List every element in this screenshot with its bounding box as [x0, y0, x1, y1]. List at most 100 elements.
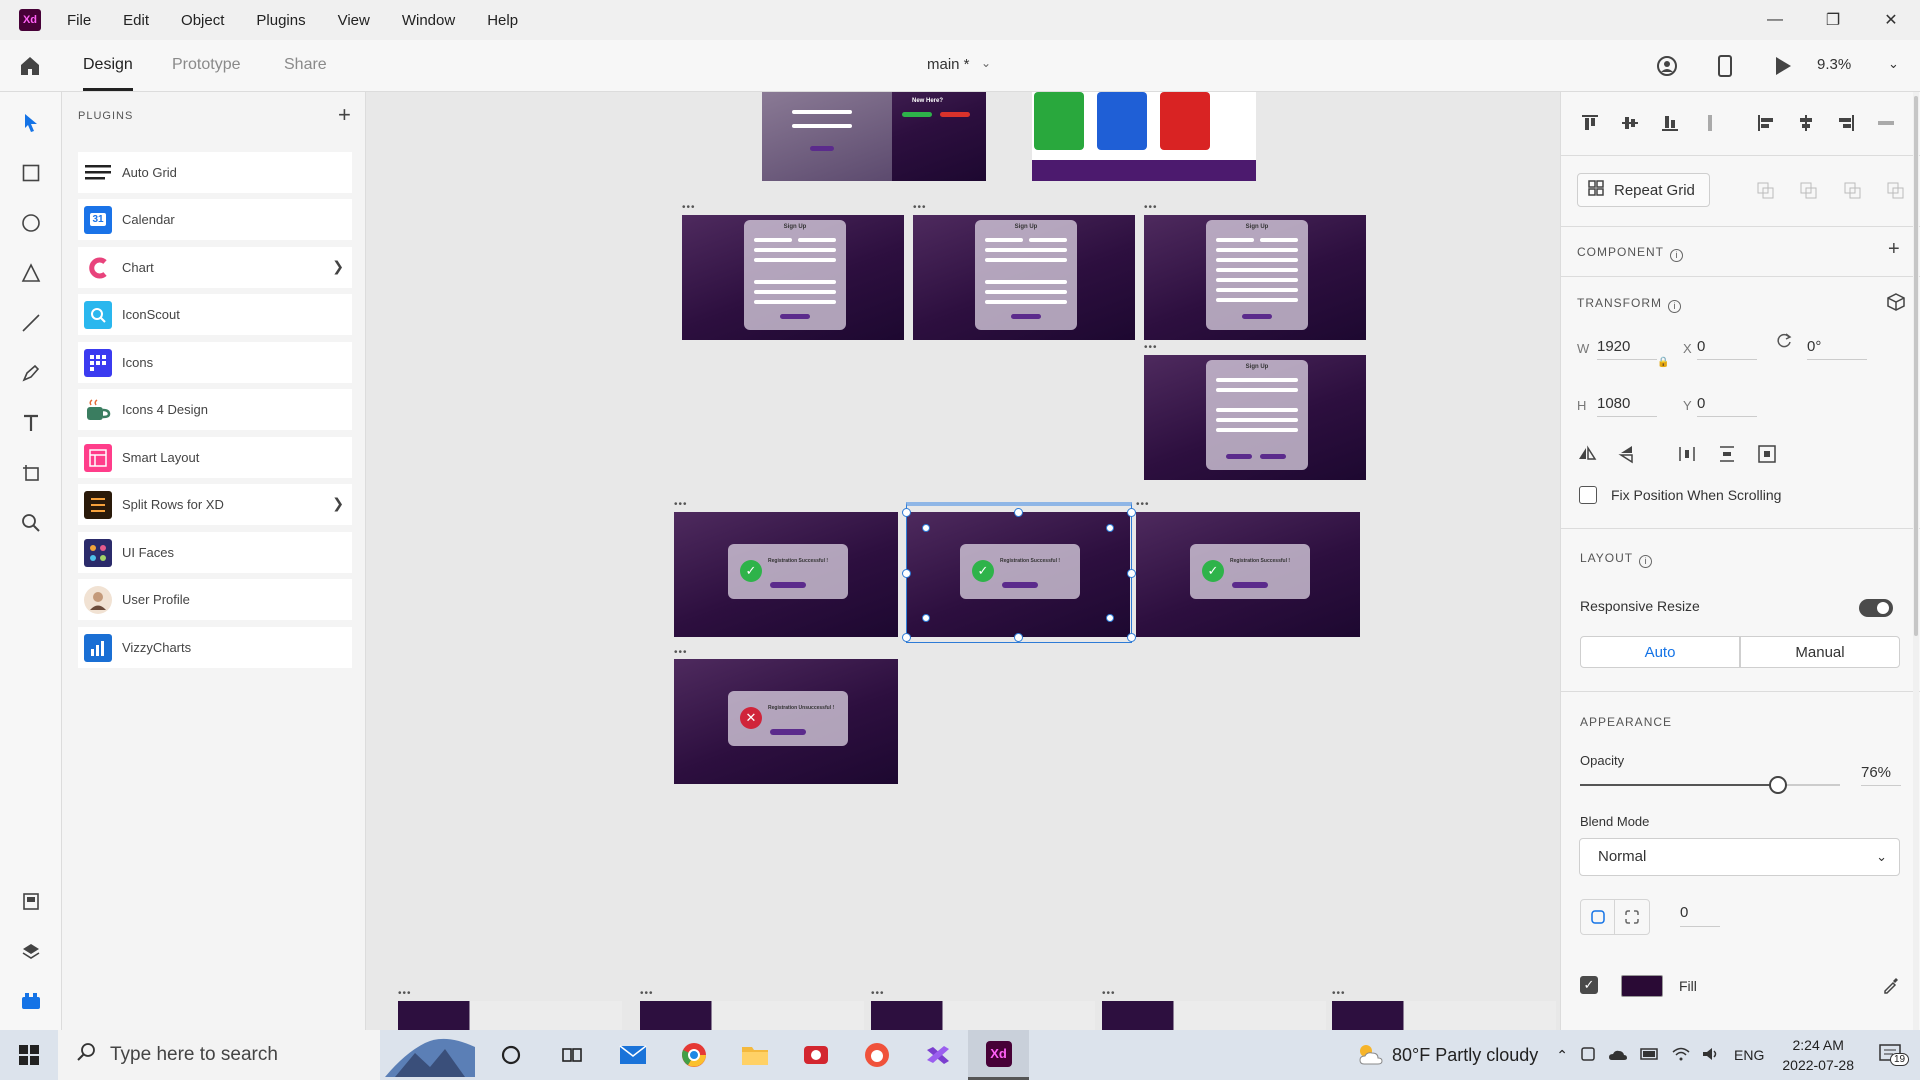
- minimize-button[interactable]: —: [1746, 0, 1804, 40]
- plugin-ui-faces[interactable]: UI Faces: [78, 532, 352, 573]
- eyedropper-icon[interactable]: [1882, 976, 1900, 997]
- manual-resize-button[interactable]: Manual: [1740, 636, 1900, 668]
- add-icon[interactable]: [1756, 181, 1776, 201]
- text-tool-icon[interactable]: [18, 410, 44, 436]
- taskbar-search[interactable]: Type here to search: [58, 1030, 380, 1080]
- search-highlight-icon[interactable]: [380, 1030, 480, 1080]
- plugin-iconscout[interactable]: IconScout: [78, 294, 352, 335]
- cortana-icon[interactable]: [480, 1030, 541, 1080]
- zoom-tool-icon[interactable]: [18, 510, 44, 536]
- selection-frame[interactable]: [906, 502, 1132, 643]
- flip-horizontal-icon[interactable]: [1577, 444, 1597, 467]
- corner-radius-field[interactable]: 0: [1680, 904, 1720, 927]
- blend-mode-select[interactable]: Normal ⌄: [1579, 838, 1900, 876]
- plugin-calendar[interactable]: 31 Calendar: [78, 199, 352, 240]
- responsive-resize-toggle[interactable]: [1859, 599, 1893, 617]
- opacity-slider-thumb[interactable]: [1768, 776, 1787, 794]
- x-field[interactable]: 0: [1697, 338, 1757, 360]
- resize-handle[interactable]: [902, 569, 911, 578]
- individual-corners-icon[interactable]: [1615, 900, 1649, 934]
- assets-icon[interactable]: [18, 888, 44, 914]
- home-icon[interactable]: [18, 54, 42, 78]
- scrollbar[interactable]: [1913, 92, 1919, 1030]
- lock-aspect-icon[interactable]: 🔒: [1657, 357, 1669, 368]
- artboard-signup-1[interactable]: Sign Up: [682, 215, 904, 340]
- artboard-signup-3[interactable]: Sign Up: [1144, 215, 1366, 340]
- artboard-signup-4[interactable]: Sign Up: [1144, 355, 1366, 480]
- artboard-reg-fail[interactable]: ✕ Registration Unsuccessful !: [674, 659, 898, 784]
- task-view-icon[interactable]: [541, 1030, 602, 1080]
- auto-resize-button[interactable]: Auto: [1580, 636, 1740, 668]
- chevron-down-icon[interactable]: ⌄: [1888, 56, 1899, 72]
- distribute-spacing-h-icon[interactable]: [1677, 444, 1697, 467]
- ellipse-tool-icon[interactable]: [18, 210, 44, 236]
- artboard-tool-icon[interactable]: [18, 460, 44, 486]
- align-left-icon[interactable]: [1755, 112, 1777, 134]
- repeat-grid-button[interactable]: Repeat Grid: [1577, 173, 1710, 207]
- artboard-role-select[interactable]: [1032, 92, 1256, 181]
- menu-object[interactable]: Object: [181, 12, 224, 29]
- menu-window[interactable]: Window: [402, 12, 455, 29]
- polygon-tool-icon[interactable]: [18, 260, 44, 286]
- opacity-slider-track[interactable]: [1580, 776, 1840, 794]
- windows-start-icon[interactable]: [0, 1030, 58, 1080]
- plus-icon[interactable]: +: [338, 102, 351, 128]
- volume-icon[interactable]: [1702, 1046, 1720, 1065]
- chevron-up-icon[interactable]: ⌃: [1556, 1047, 1568, 1064]
- menu-plugins[interactable]: Plugins: [256, 12, 305, 29]
- y-field[interactable]: 0: [1697, 395, 1757, 417]
- file-explorer-icon[interactable]: [724, 1030, 785, 1080]
- pen-tool-icon[interactable]: [18, 360, 44, 386]
- corner-radius-handle[interactable]: [1106, 524, 1114, 532]
- corner-radius-handle[interactable]: [1106, 614, 1114, 622]
- play-icon[interactable]: [1770, 53, 1796, 79]
- artboard-bottom-4[interactable]: [1102, 1001, 1326, 1030]
- plugin-icons[interactable]: Icons: [78, 342, 352, 383]
- resize-handle[interactable]: [1014, 508, 1023, 517]
- artboard-reg-success-3[interactable]: ✓ Registration Successful !: [1136, 512, 1360, 637]
- distribute-horizontal-icon[interactable]: [1875, 112, 1897, 134]
- camera-app-icon[interactable]: [846, 1030, 907, 1080]
- visual-studio-icon[interactable]: [907, 1030, 968, 1080]
- plugin-chart[interactable]: Chart ❯: [78, 247, 352, 288]
- intersect-icon[interactable]: [1843, 181, 1863, 201]
- language-indicator[interactable]: ENG: [1734, 1047, 1764, 1063]
- document-title[interactable]: main *: [927, 56, 970, 73]
- opacity-value[interactable]: 76%: [1861, 764, 1901, 786]
- plus-icon[interactable]: +: [1888, 238, 1900, 261]
- align-top-icon[interactable]: [1579, 112, 1601, 134]
- clock[interactable]: 2:24 AM 2022-07-28: [1782, 1035, 1854, 1075]
- artboard-bottom-3[interactable]: [871, 1001, 1095, 1030]
- menu-view[interactable]: View: [338, 12, 370, 29]
- line-tool-icon[interactable]: [18, 310, 44, 336]
- plugin-user-profile[interactable]: User Profile: [78, 579, 352, 620]
- fix-position-checkbox[interactable]: [1579, 486, 1597, 504]
- align-right-icon[interactable]: [1835, 112, 1857, 134]
- corner-radius-handle[interactable]: [922, 524, 930, 532]
- plugin-split-rows[interactable]: Split Rows for XD ❯: [78, 484, 352, 525]
- wifi-icon[interactable]: [1672, 1047, 1690, 1064]
- align-bottom-icon[interactable]: [1659, 112, 1681, 134]
- fill-color-swatch[interactable]: [1621, 975, 1663, 997]
- artboard-bottom-5[interactable]: [1332, 1001, 1556, 1030]
- adobe-xd-taskbar-icon[interactable]: Xd: [968, 1030, 1029, 1080]
- layers-icon[interactable]: [18, 938, 44, 964]
- corner-radius-handle[interactable]: [922, 614, 930, 622]
- uniform-corner-icon[interactable]: [1581, 900, 1615, 934]
- design-canvas[interactable]: New Here? ••• Sign Up ••• Sign Up ••• Si…: [366, 92, 1560, 1030]
- rotation-field[interactable]: 0°: [1807, 338, 1867, 360]
- chevron-right-icon[interactable]: ❯: [332, 258, 344, 275]
- plugins-icon[interactable]: [18, 988, 44, 1014]
- artboard-bottom-1[interactable]: [398, 1001, 622, 1030]
- distribute-vertical-icon[interactable]: [1699, 112, 1721, 134]
- weather-text[interactable]: 80°F Partly cloudy: [1392, 1045, 1538, 1066]
- align-middle-icon[interactable]: [1619, 112, 1641, 134]
- onedrive-icon[interactable]: [1608, 1047, 1628, 1064]
- menu-help[interactable]: Help: [487, 12, 518, 29]
- chevron-right-icon[interactable]: ❯: [332, 495, 344, 512]
- tab-share[interactable]: Share: [284, 56, 327, 74]
- chrome-icon[interactable]: [663, 1030, 724, 1080]
- resize-handle[interactable]: [902, 508, 911, 517]
- device-preview-icon[interactable]: [1712, 53, 1738, 79]
- tab-design[interactable]: Design: [83, 56, 133, 74]
